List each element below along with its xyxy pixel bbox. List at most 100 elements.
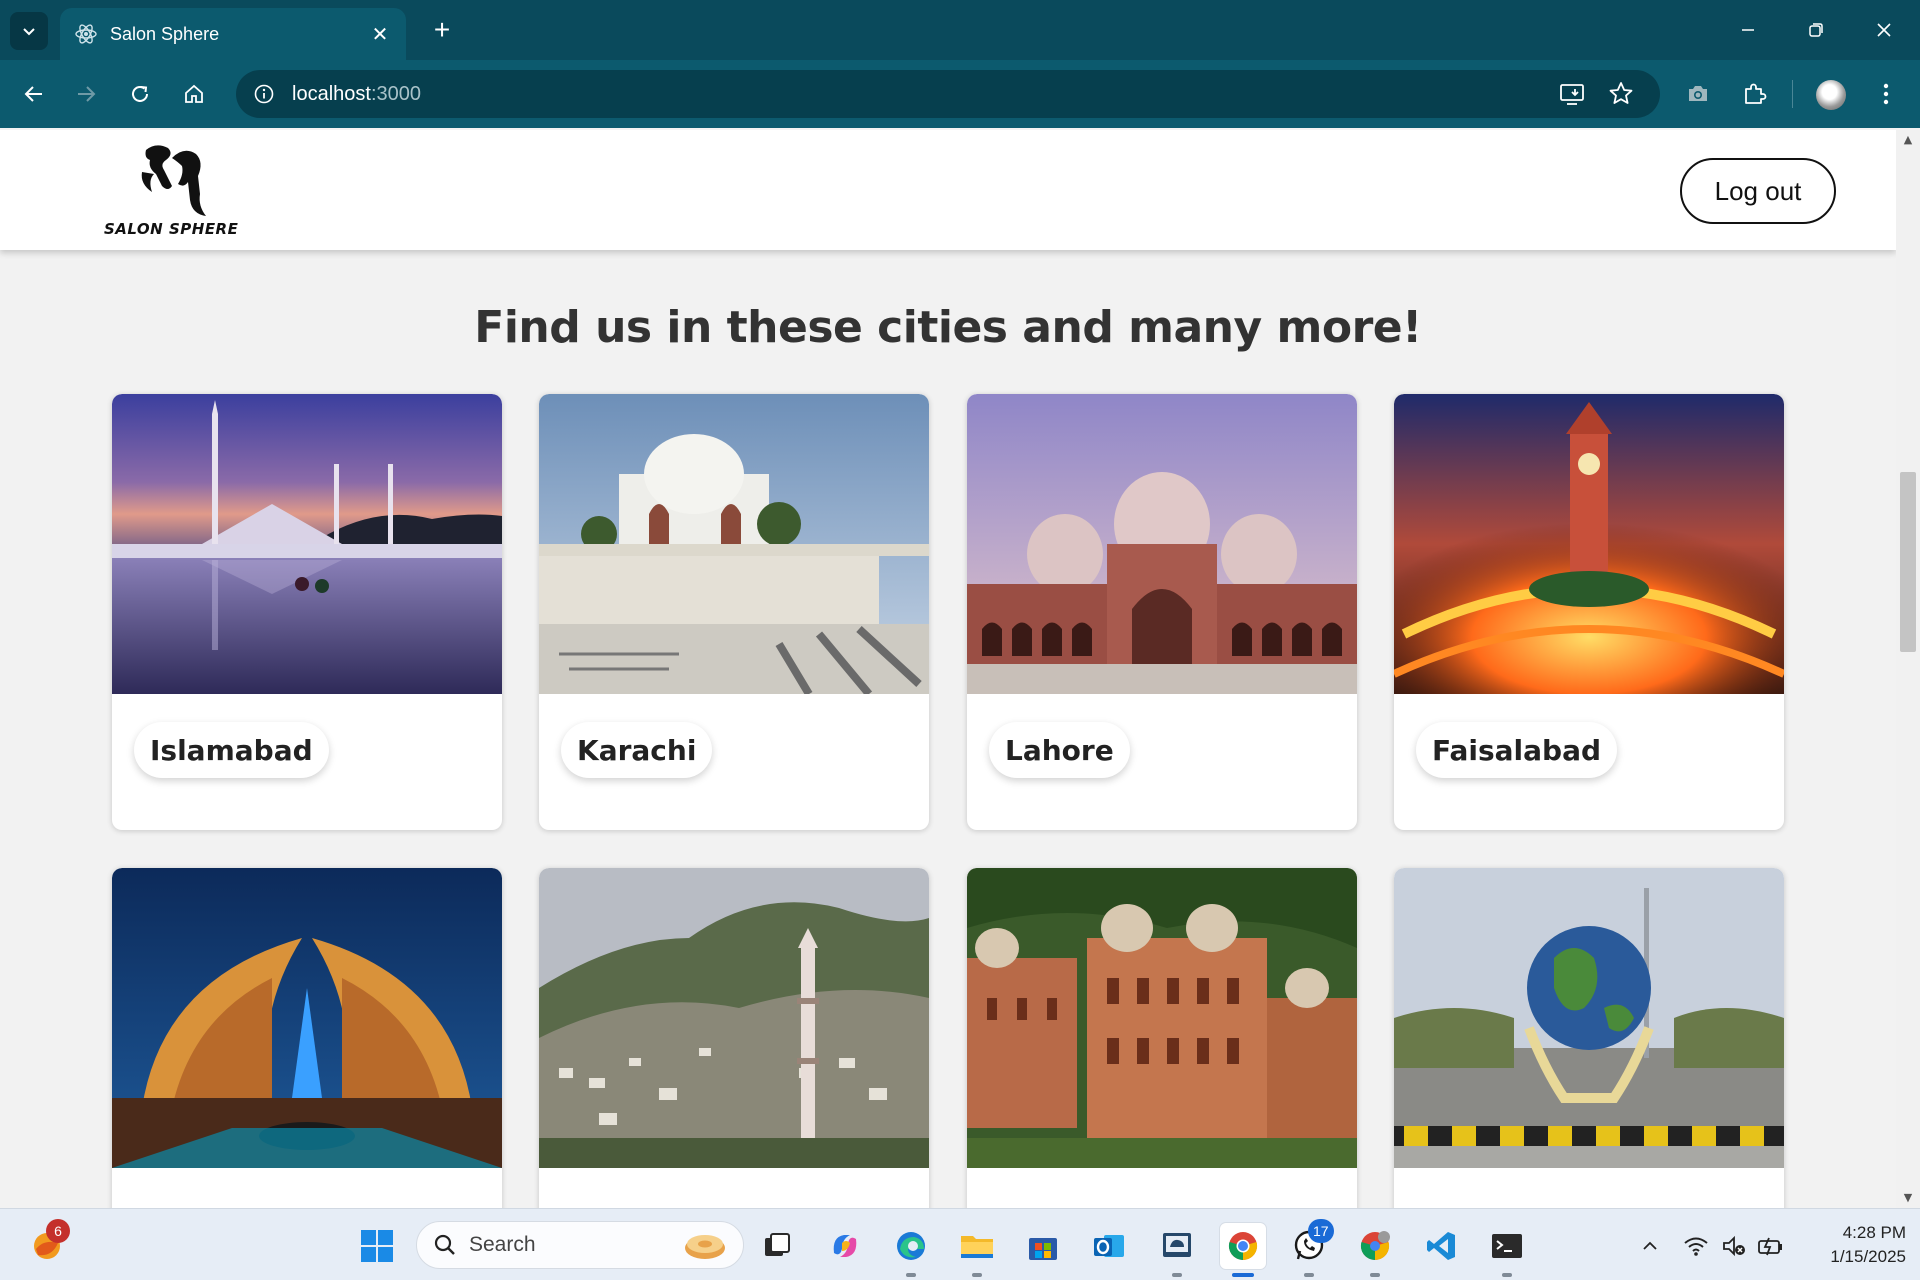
screen-elephant-icon xyxy=(1163,1233,1191,1257)
url-text[interactable]: localhost:3000 xyxy=(292,83,421,106)
city-card-karachi[interactable]: Karachi xyxy=(539,394,929,830)
start-button[interactable] xyxy=(354,1223,400,1269)
taskbar-search-box[interactable]: Search xyxy=(416,1221,744,1269)
store-icon xyxy=(1029,1238,1057,1260)
restore-button[interactable] xyxy=(1782,0,1850,60)
extensions-button[interactable] xyxy=(1734,74,1774,114)
pakistan-monument-icon xyxy=(112,868,502,1168)
copilot-icon xyxy=(833,1235,857,1257)
profile-avatar[interactable] xyxy=(1816,80,1846,110)
faisal-mosque-icon xyxy=(112,394,502,694)
show-hidden-icons-button[interactable] xyxy=(1628,1223,1672,1269)
file-explorer-button[interactable] xyxy=(954,1223,1000,1269)
task-view-button[interactable] xyxy=(754,1223,800,1269)
globe-roundabout-icon xyxy=(1394,868,1784,1168)
terminal-button[interactable] xyxy=(1484,1223,1530,1269)
mazar-e-quaid-icon xyxy=(539,394,929,694)
widgets-button[interactable]: 6 xyxy=(24,1219,70,1269)
city-name-label: Islamabad xyxy=(134,722,329,778)
react-favicon-icon xyxy=(75,24,97,44)
browser-menu-button[interactable] xyxy=(1866,74,1906,114)
address-bar[interactable]: localhost:3000 xyxy=(236,70,1660,118)
battery-status[interactable] xyxy=(1748,1223,1792,1269)
search-placeholder: Search xyxy=(469,1233,536,1256)
bookmark-star-icon[interactable] xyxy=(1607,80,1635,112)
browser-tab[interactable]: Salon Sphere ✕ xyxy=(60,8,406,60)
logo-wordmark: SALON SPHERE xyxy=(104,220,239,238)
whatsapp-running-indicator xyxy=(1304,1273,1314,1277)
url-port: :3000 xyxy=(370,82,421,105)
edge-running-indicator xyxy=(906,1273,916,1277)
system-clock[interactable]: 4:28 PM 1/15/2025 xyxy=(1796,1221,1906,1269)
terminal-running-indicator xyxy=(1502,1273,1512,1277)
city-name-label: Lahore xyxy=(989,722,1130,778)
back-button[interactable] xyxy=(14,74,54,114)
install-app-icon[interactable] xyxy=(1558,80,1586,112)
pgadmin-running-indicator xyxy=(1172,1273,1182,1277)
new-tab-button[interactable]: + xyxy=(424,12,460,48)
whatsapp-button[interactable]: 17 xyxy=(1286,1219,1334,1269)
city-card-6[interactable] xyxy=(539,868,929,1208)
minimize-icon xyxy=(1742,29,1754,31)
scroll-down-arrow-icon[interactable]: ▼ xyxy=(1902,1192,1914,1204)
logo-mark-icon xyxy=(141,145,206,216)
arrow-left-icon xyxy=(24,86,42,102)
screenshot-button[interactable] xyxy=(1678,74,1718,114)
volume-muted-icon xyxy=(1723,1235,1745,1257)
chevron-up-icon xyxy=(1643,1241,1657,1250)
url-host: localhost xyxy=(292,82,371,105)
page-scrollbar[interactable]: ▲ ▼ xyxy=(1896,130,1920,1208)
city-card-5[interactable] xyxy=(112,868,502,1208)
store-button[interactable] xyxy=(1020,1223,1066,1269)
tab-title: Salon Sphere xyxy=(110,23,220,44)
arrow-right-icon xyxy=(78,86,96,102)
scrollbar-thumb[interactable] xyxy=(1900,472,1916,652)
clock-tower-icon xyxy=(1394,394,1784,694)
salon-sphere-logo[interactable]: SALON SPHERE xyxy=(100,140,270,240)
outlook-icon xyxy=(1094,1235,1124,1257)
page-viewport: SALON SPHERE Log out Find us in these ci… xyxy=(0,130,1896,1208)
chrome-active-indicator xyxy=(1232,1273,1254,1277)
close-window-button[interactable] xyxy=(1850,0,1918,60)
hill-town-minaret-icon xyxy=(539,868,929,1168)
wifi-icon xyxy=(1684,1237,1708,1256)
home-button[interactable] xyxy=(174,74,214,114)
screen: Salon Sphere ✕ + localhost:3000 SALON SP… xyxy=(0,0,1920,1280)
logout-button[interactable]: Log out xyxy=(1680,158,1836,224)
edge-icon xyxy=(897,1232,925,1260)
city-card-7[interactable] xyxy=(967,868,1357,1208)
tab-close-icon[interactable]: ✕ xyxy=(368,22,392,46)
reload-button[interactable] xyxy=(120,74,160,114)
city-name-label: Karachi xyxy=(561,722,713,778)
toolbar-divider xyxy=(1792,80,1793,108)
clock-time: 4:28 PM xyxy=(1842,1223,1906,1242)
vscode-icon xyxy=(1427,1232,1455,1260)
city-card-8[interactable] xyxy=(1394,868,1784,1208)
pgadmin-button[interactable] xyxy=(1154,1223,1200,1269)
chrome-profile-button[interactable] xyxy=(1352,1223,1398,1269)
copilot-button[interactable] xyxy=(822,1223,868,1269)
task-view-icon xyxy=(765,1233,790,1256)
city-card-faisalabad[interactable]: Faisalabad xyxy=(1394,394,1784,830)
site-info-icon[interactable] xyxy=(250,80,278,108)
scroll-up-arrow-icon[interactable]: ▲ xyxy=(1902,134,1914,146)
site-header: SALON SPHERE Log out xyxy=(0,130,1896,250)
windows-logo-icon xyxy=(361,1230,393,1262)
reload-icon xyxy=(132,85,148,102)
badshahi-mosque-icon xyxy=(967,394,1357,694)
edge-button[interactable] xyxy=(888,1223,934,1269)
city-card-islamabad[interactable]: Islamabad xyxy=(112,394,502,830)
explorer-running-indicator xyxy=(972,1273,982,1277)
outlook-button[interactable] xyxy=(1086,1223,1132,1269)
chrome-button[interactable] xyxy=(1220,1223,1266,1269)
heritage-building-icon xyxy=(967,868,1357,1168)
city-card-lahore[interactable]: Lahore xyxy=(967,394,1357,830)
minimize-button[interactable] xyxy=(1714,0,1782,60)
forward-button[interactable] xyxy=(66,74,106,114)
clock-date: 1/15/2025 xyxy=(1830,1247,1906,1266)
vscode-button[interactable] xyxy=(1418,1223,1464,1269)
battery-charging-icon xyxy=(1758,1237,1782,1256)
chrome-icon xyxy=(1228,1232,1258,1261)
chrome-profile-icon xyxy=(1360,1231,1390,1261)
tab-search-button[interactable] xyxy=(10,12,48,50)
